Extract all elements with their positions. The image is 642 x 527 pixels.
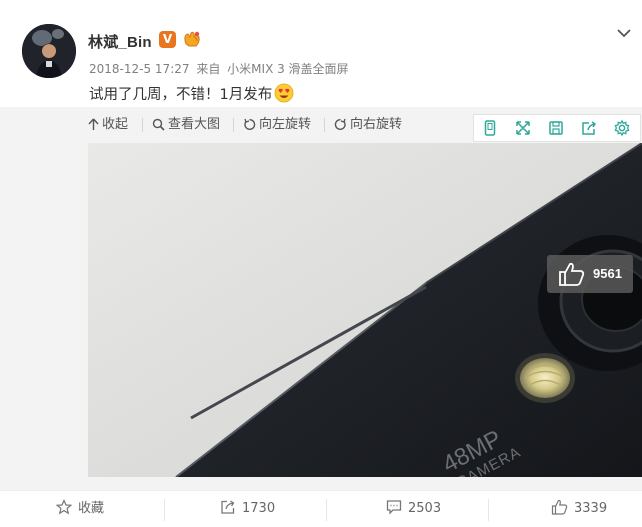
share-icon[interactable] [580,119,598,137]
expanded-image-panel: 收起 查看大图 向左旋转 向右旋转 48MP CAMERA 9561 [0,107,642,490]
post-photo[interactable]: 48MP CAMERA [88,143,642,477]
rotate-right-icon [334,118,346,130]
magnifier-icon [152,118,165,131]
action-divider [164,499,165,521]
arrow-up-icon [88,118,99,130]
post-text: 试用了几周，不错！1月发布 [89,83,294,107]
source-device[interactable]: 小米MIX 3 滑盖全面屏 [227,62,348,76]
expand-icon[interactable] [514,119,532,137]
like-button[interactable]: 3339 [551,491,607,527]
heart-eyes-emoji-icon [274,83,294,107]
member-hand-icon [181,28,203,50]
settings-icon[interactable] [613,119,631,137]
image-icon-toolbar [473,114,641,142]
collapse-label: 收起 [102,117,129,132]
action-divider [326,499,327,521]
post-action-bar: 收藏 1730 2503 3339 [0,490,642,527]
toolbar-divider [324,118,325,132]
rotate-left-button[interactable]: 向左旋转 [243,114,311,136]
thumbs-up-icon [559,262,585,286]
view-large-button[interactable]: 查看大图 [152,114,220,136]
rotate-right-button[interactable]: 向右旋转 [334,114,402,136]
rotate-right-label: 向右旋转 [350,117,403,132]
source-prefix: 来自 [196,62,221,76]
weibo-post-card: 林斌_Bin V 2018-12-5 17:27 来自 小米MIX 3 滑盖全面… [0,0,642,527]
comment-icon [386,500,402,515]
verified-badge: V [159,31,176,48]
favorite-button[interactable]: 收藏 [55,491,105,527]
thumbs-up-icon [551,499,568,515]
post-timestamp[interactable]: 2018-12-5 17:27 [89,62,190,76]
collapse-button[interactable]: 收起 [88,114,128,136]
repost-icon [221,500,235,514]
photo-like-button[interactable]: 9561 [547,255,633,293]
toolbar-divider [142,118,143,132]
repost-count: 1730 [242,501,276,516]
save-icon[interactable] [547,119,565,137]
rotate-left-label: 向左旋转 [259,117,312,132]
phone-icon[interactable] [481,119,499,137]
comment-count: 2503 [408,501,442,516]
repost-button[interactable]: 1730 [220,491,275,527]
view-large-label: 查看大图 [168,117,221,132]
chevron-down-icon[interactable] [616,24,632,38]
action-divider [488,499,489,521]
comment-button[interactable]: 2503 [386,491,441,527]
toolbar-divider [233,118,234,132]
favorite-label: 收藏 [78,501,105,516]
rotate-left-icon [244,118,256,130]
post-text-content: 试用了几周，不错！1月发布 [89,87,273,103]
author-avatar[interactable] [22,24,76,78]
photo-like-count: 9561 [593,266,622,281]
post-meta: 2018-12-5 17:27 来自 小米MIX 3 滑盖全面屏 [89,60,352,77]
star-icon [55,499,73,515]
author-name[interactable]: 林斌_Bin [88,31,152,52]
like-count: 3339 [574,501,608,516]
